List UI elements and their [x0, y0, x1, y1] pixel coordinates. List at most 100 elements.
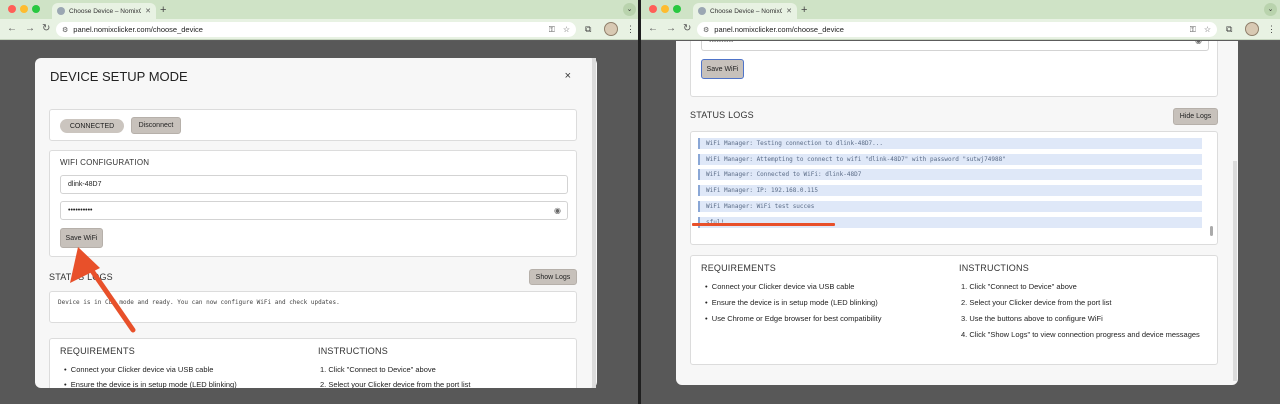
- tab-strip: Choose Device – NomixClicker ✕ + ⌄: [0, 0, 638, 19]
- tab-search-icon[interactable]: ⌄: [1264, 3, 1277, 16]
- hide-logs-button[interactable]: Hide Logs: [1173, 108, 1218, 125]
- tab-title: Choose Device – NomixClicker: [710, 7, 783, 15]
- modal-scrollbar[interactable]: [1233, 161, 1237, 381]
- requirement-item: • Ensure the device is in setup mode (LE…: [705, 298, 878, 307]
- modal-title: DEVICE SETUP MODE: [50, 69, 188, 84]
- browser-tab[interactable]: Choose Device – NomixClicker ✕: [52, 3, 156, 19]
- site-info-icon[interactable]: ⚙: [703, 26, 709, 34]
- status-log-message: Device is in CLI mode and ready. You can…: [58, 299, 340, 306]
- reload-icon[interactable]: ↻: [42, 23, 50, 35]
- star-icon[interactable]: ☆: [563, 25, 570, 34]
- setup-modal: •••••••••• ◉ Save WiFi STATUS LOGS Hide …: [676, 41, 1238, 385]
- requirement-item: • Connect your Clicker device via USB ca…: [64, 365, 214, 374]
- status-logs-title: STATUS LOGS: [690, 110, 754, 120]
- instruction-item: 2. Select your Clicker device from the p…: [961, 298, 1112, 307]
- window-controls: [649, 5, 681, 13]
- save-wifi-button[interactable]: Save WiFi: [701, 59, 744, 79]
- profile-avatar[interactable]: [604, 22, 618, 36]
- show-logs-button[interactable]: Show Logs: [529, 269, 577, 285]
- requirement-item: • Use Chrome or Edge browser for best co…: [705, 314, 882, 323]
- address-bar[interactable]: ⚙ panel.nomixclicker.com/choose_device ⚿…: [56, 22, 576, 37]
- annotation-underline: [692, 223, 835, 226]
- browser-toolbar: ← → ↻ ⚙ panel.nomixclicker.com/choose_de…: [0, 19, 638, 40]
- tab-title: Choose Device – NomixClicker: [69, 7, 142, 15]
- kebab-menu-icon[interactable]: ⋮: [1267, 23, 1276, 35]
- minimize-window-button[interactable]: [661, 5, 669, 13]
- tab-close-icon[interactable]: ✕: [145, 7, 151, 15]
- requirement-item: • Ensure the device is in setup mode (LE…: [64, 380, 237, 388]
- new-tab-button[interactable]: +: [160, 3, 166, 17]
- reload-icon[interactable]: ↻: [683, 23, 691, 35]
- browser-window-right: Choose Device – NomixClicker ✕ + ⌄ ← → ↻…: [641, 0, 1280, 404]
- instructions-title: INSTRUCTIONS: [318, 346, 388, 356]
- instruction-item: 1. Click "Connect to Device" above: [961, 282, 1077, 291]
- forward-arrow-icon[interactable]: →: [666, 23, 676, 35]
- forward-arrow-icon[interactable]: →: [25, 23, 35, 35]
- status-logs-card: Device is in CLI mode and ready. You can…: [49, 291, 577, 323]
- site-info-icon[interactable]: ⚙: [62, 26, 68, 34]
- wifi-section-title: WIFI CONFIGURATION: [60, 158, 150, 167]
- tab-strip: Choose Device – NomixClicker ✕ + ⌄: [641, 0, 1280, 19]
- tab-close-icon[interactable]: ✕: [786, 7, 792, 15]
- instruction-item: 4. Click "Show Logs" to view connection …: [961, 330, 1200, 339]
- maximize-window-button[interactable]: [673, 5, 681, 13]
- eye-icon[interactable]: ◉: [1195, 41, 1202, 45]
- log-scrollbar[interactable]: [1210, 226, 1213, 236]
- password-value: ••••••••••: [709, 41, 734, 45]
- puzzle-icon[interactable]: ⧉: [585, 23, 591, 35]
- window-controls: [8, 5, 40, 13]
- log-line: WiFi Manager: Testing connection to dlin…: [698, 138, 1202, 149]
- instructions-title: INSTRUCTIONS: [959, 263, 1029, 273]
- modal-scrollbar[interactable]: [592, 58, 596, 388]
- profile-avatar[interactable]: [1245, 22, 1259, 36]
- new-tab-button[interactable]: +: [801, 3, 807, 17]
- requirements-title: REQUIREMENTS: [701, 263, 776, 273]
- kebab-menu-icon[interactable]: ⋮: [626, 23, 635, 35]
- close-window-button[interactable]: [649, 5, 657, 13]
- minimize-window-button[interactable]: [20, 5, 28, 13]
- wifi-config-card: WIFI CONFIGURATION dlink-48D7 ••••••••••…: [49, 150, 577, 257]
- browser-tab[interactable]: Choose Device – NomixClicker ✕: [693, 3, 797, 19]
- status-logs-card: WiFi Manager: Testing connection to dlin…: [690, 131, 1218, 245]
- requirements-title: REQUIREMENTS: [60, 346, 135, 356]
- log-line: WiFi Manager: IP: 192.168.0.115: [698, 185, 1202, 196]
- back-arrow-icon[interactable]: ←: [648, 23, 658, 35]
- eye-icon[interactable]: ◉: [554, 206, 561, 215]
- key-icon[interactable]: ⚿: [1190, 25, 1196, 35]
- tab-search-icon[interactable]: ⌄: [623, 3, 636, 16]
- password-field[interactable]: •••••••••• ◉: [60, 201, 568, 220]
- url-text: panel.nomixclicker.com/choose_device: [73, 25, 203, 34]
- back-arrow-icon[interactable]: ←: [7, 23, 17, 35]
- key-icon[interactable]: ⚿: [549, 25, 555, 35]
- browser-window-left: Choose Device – NomixClicker ✕ + ⌄ ← → ↻…: [0, 0, 638, 404]
- instruction-item: 2. Select your Clicker device from the p…: [320, 380, 471, 388]
- star-icon[interactable]: ☆: [1204, 25, 1211, 34]
- status-badge: CONNECTED: [60, 119, 124, 133]
- password-value: ••••••••••: [68, 207, 93, 214]
- requirements-card: REQUIREMENTS • Connect your Clicker devi…: [690, 255, 1218, 365]
- requirements-card: REQUIREMENTS • Connect your Clicker devi…: [49, 338, 577, 388]
- password-field[interactable]: •••••••••• ◉: [701, 41, 1209, 51]
- favicon-icon: [57, 7, 65, 15]
- ssid-field[interactable]: dlink-48D7: [60, 175, 568, 194]
- log-line: WiFi Manager: WiFi test succes: [698, 201, 1202, 212]
- maximize-window-button[interactable]: [32, 5, 40, 13]
- requirement-item: • Connect your Clicker device via USB ca…: [705, 282, 855, 291]
- disconnect-button[interactable]: Disconnect: [131, 117, 181, 134]
- connection-card: CONNECTED Disconnect: [49, 109, 577, 141]
- address-bar[interactable]: ⚙ panel.nomixclicker.com/choose_device ⚿…: [697, 22, 1217, 37]
- puzzle-icon[interactable]: ⧉: [1226, 23, 1232, 35]
- log-line: WiFi Manager: Connected to WiFi: dlink-4…: [698, 169, 1202, 180]
- instruction-item: 3. Use the buttons above to configure Wi…: [961, 314, 1103, 323]
- wifi-config-card: •••••••••• ◉ Save WiFi: [690, 41, 1218, 97]
- close-icon[interactable]: ×: [565, 70, 571, 82]
- status-logs-title: STATUS LOGS: [49, 272, 113, 282]
- setup-modal: DEVICE SETUP MODE × CONNECTED Disconnect…: [35, 58, 597, 388]
- save-wifi-button[interactable]: Save WiFi: [60, 228, 103, 248]
- page-viewport: DEVICE SETUP MODE × CONNECTED Disconnect…: [0, 41, 638, 404]
- log-line: WiFi Manager: Attempting to connect to w…: [698, 154, 1202, 165]
- close-window-button[interactable]: [8, 5, 16, 13]
- url-text: panel.nomixclicker.com/choose_device: [714, 25, 844, 34]
- favicon-icon: [698, 7, 706, 15]
- browser-toolbar: ← → ↻ ⚙ panel.nomixclicker.com/choose_de…: [641, 19, 1280, 40]
